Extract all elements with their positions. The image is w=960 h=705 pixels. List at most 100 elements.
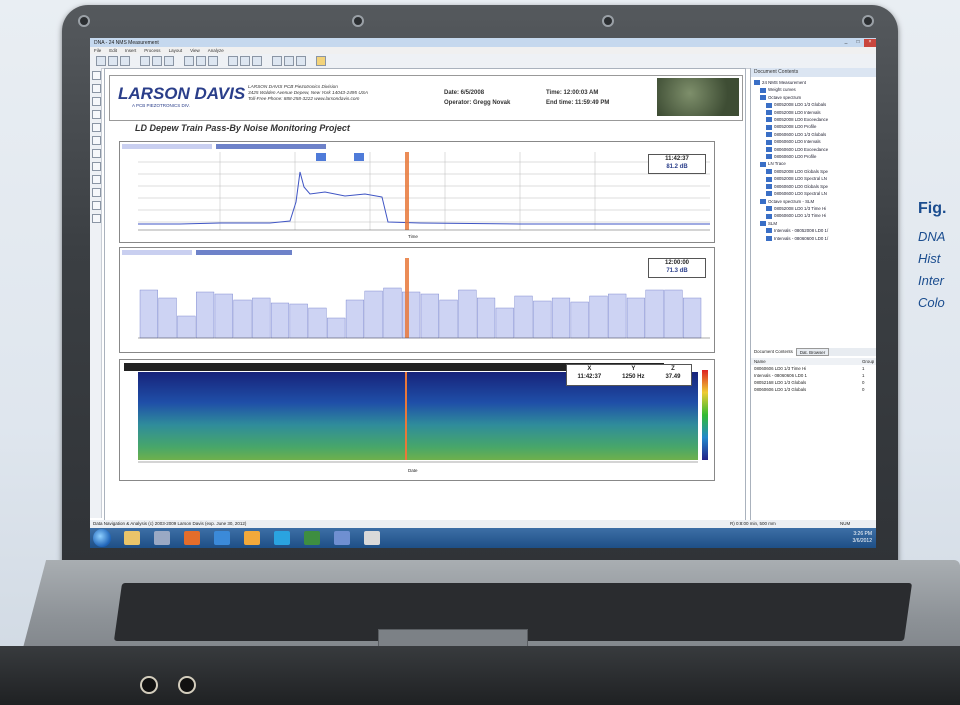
marker-icon[interactable]	[252, 56, 262, 66]
export-icon[interactable]	[284, 56, 294, 66]
line-icon[interactable]	[92, 97, 101, 106]
ellipse-icon[interactable]	[92, 123, 101, 132]
explorer-icon[interactable]	[124, 531, 140, 545]
zoom-in-icon[interactable]	[92, 162, 101, 171]
chart-icon[interactable]	[184, 56, 194, 66]
tree-item[interactable]: 08060600 LD0 1/3 Globals	[754, 131, 874, 138]
list-row[interactable]: 08060606 LD0 1/3 Time Hi 1	[751, 365, 876, 372]
grid-icon[interactable]	[228, 56, 238, 66]
system-clock[interactable]: 3:26 PM 3/6/2012	[853, 531, 872, 545]
time-cursor[interactable]	[405, 152, 409, 230]
list-row[interactable]: 08052168 LD0 1/3 Globals 0	[751, 379, 876, 386]
tree-item-label: Weight curves	[768, 87, 796, 93]
tree-item[interactable]: Octave spectrum	[754, 94, 874, 101]
help-icon[interactable]	[316, 56, 326, 66]
measure-icon[interactable]	[92, 214, 101, 223]
tree-item[interactable]: 08052008 LD0 Spectral LN	[754, 175, 874, 182]
address-line: Toll-Free Phone: 888-258-3222 www.larson…	[248, 96, 360, 101]
tree-item[interactable]: 08052008 LD0 Globals Spe	[754, 168, 874, 175]
time-cursor[interactable]	[405, 372, 407, 460]
menu-item-insert[interactable]: Insert	[125, 48, 136, 53]
time-cursor[interactable]	[405, 258, 409, 338]
spectrogram-panel[interactable]: X 11:42:37 Y 1250 Hz Z 37.49 Date	[119, 359, 715, 481]
menu-item-process[interactable]: Process	[144, 48, 160, 53]
copy-icon[interactable]	[152, 56, 162, 66]
tree-item[interactable]: Octave spectrum - SLM	[754, 198, 874, 205]
tab-document-contents[interactable]: Document Contents	[751, 348, 796, 356]
document-canvas[interactable]: LARSON DAVIS A PCB PIEZOTRONICS DIV. LAR…	[104, 68, 746, 522]
skype-icon[interactable]	[274, 531, 290, 545]
media-center-icon[interactable]	[184, 531, 200, 545]
tree-item[interactable]: 08060600 LD0 Exceedance	[754, 146, 874, 153]
menu-item-analyze[interactable]: Analyze	[208, 48, 224, 53]
tree-item[interactable]: 08052008 LD0 1/3 Globals	[754, 101, 874, 108]
tree-item[interactable]: Weight curves	[754, 86, 874, 93]
dataset-icon	[760, 87, 766, 93]
minimize-button[interactable]: _	[840, 39, 852, 47]
settings-icon[interactable]	[296, 56, 306, 66]
outlook-icon[interactable]	[244, 531, 260, 545]
menu-bar: File Edit Insert Process Layout View Ana…	[90, 47, 876, 54]
menu-item-edit[interactable]: Edit	[109, 48, 117, 53]
windows-taskbar: 3:26 PM 3/6/2012	[90, 528, 876, 548]
print-icon[interactable]	[140, 56, 150, 66]
marker-flag-icon[interactable]	[316, 153, 326, 161]
tree-item[interactable]: 08052008 LD0 1/3 Time Hi	[754, 205, 874, 212]
tree-item[interactable]: 08060600 LD0 Spectral LN	[754, 190, 874, 197]
zoom-icon[interactable]	[208, 56, 218, 66]
open-icon[interactable]	[108, 56, 118, 66]
internet-explorer-icon[interactable]	[214, 531, 230, 545]
dna-app-icon[interactable]	[334, 531, 350, 545]
tree-item[interactable]: Intervals - 08060600 LD0 1/	[754, 235, 874, 242]
tab-data-browser[interactable]: Dat. Browser	[795, 348, 830, 356]
tree-item[interactable]: 08052008 LD0 Exceedance	[754, 116, 874, 123]
histogram-bar	[158, 297, 177, 339]
media-player-icon[interactable]	[154, 531, 170, 545]
rectangle-icon[interactable]	[92, 110, 101, 119]
arrow-icon[interactable]	[92, 149, 101, 158]
tree-item[interactable]: 08052008 LD0 Profile	[754, 123, 874, 130]
time-history-plot	[122, 144, 710, 231]
graph-icon[interactable]	[196, 56, 206, 66]
tree-item[interactable]: 08060600 LD0 Profile	[754, 153, 874, 160]
tree-item[interactable]: 08060600 LD0 Globals Spe	[754, 183, 874, 190]
tree-item[interactable]: 08052008 LD0 Intervals	[754, 109, 874, 116]
report-header: LARSON DAVIS A PCB PIEZOTRONICS DIV. LAR…	[109, 75, 743, 121]
company-logo-subtitle: A PCB PIEZOTRONICS DIV.	[132, 103, 190, 108]
histogram-bar	[589, 295, 608, 339]
start-button-icon[interactable]	[93, 529, 111, 547]
menu-item-view[interactable]: View	[190, 48, 200, 53]
cursor-icon[interactable]	[240, 56, 250, 66]
list-row[interactable]: Intervals - 08060606 LD0 1 1	[751, 372, 876, 379]
cursor-readout: 12:00:00 71.3 dB	[648, 258, 706, 278]
maximize-button[interactable]: □	[852, 39, 864, 47]
interval-histogram-panel[interactable]: 12:00:00 71.3 dB	[119, 247, 715, 353]
list-row[interactable]: 08060606 LD0 1/3 Globals 0	[751, 386, 876, 393]
readout-time: 12:00:00	[664, 260, 690, 266]
tree-item-label: 08060600 LD0 Spectral LN	[774, 191, 827, 197]
excel-icon[interactable]	[304, 531, 320, 545]
fit-icon[interactable]	[92, 201, 101, 210]
camera-icon[interactable]	[364, 531, 380, 545]
menu-item-layout[interactable]: Layout	[169, 48, 183, 53]
tree-item[interactable]: 24 NMS Measurement	[754, 79, 874, 86]
tree-item[interactable]: 08060600 LD0 Intervals	[754, 138, 874, 145]
dataset-icon	[766, 213, 772, 219]
pointer-icon[interactable]	[92, 71, 101, 80]
new-icon[interactable]	[96, 56, 106, 66]
text-icon[interactable]	[92, 84, 101, 93]
tree-item[interactable]: SLM	[754, 220, 874, 227]
pan-icon[interactable]	[92, 188, 101, 197]
table-icon[interactable]	[272, 56, 282, 66]
menu-item-file[interactable]: File	[94, 48, 101, 53]
zoom-out-icon[interactable]	[92, 175, 101, 184]
save-icon[interactable]	[120, 56, 130, 66]
marker-flag-icon[interactable]	[354, 153, 364, 161]
tree-item[interactable]: Intervals - 08052008 LD0 1/	[754, 227, 874, 234]
tree-item[interactable]: 08060600 LD0 1/3 Time Hi	[754, 212, 874, 219]
time-history-panel[interactable]: 11:42:37 81.2 dB Time	[119, 141, 715, 243]
paste-icon[interactable]	[164, 56, 174, 66]
tree-item[interactable]: LN Trace	[754, 160, 874, 167]
polygon-icon[interactable]	[92, 136, 101, 145]
close-button[interactable]: ×	[864, 38, 876, 47]
